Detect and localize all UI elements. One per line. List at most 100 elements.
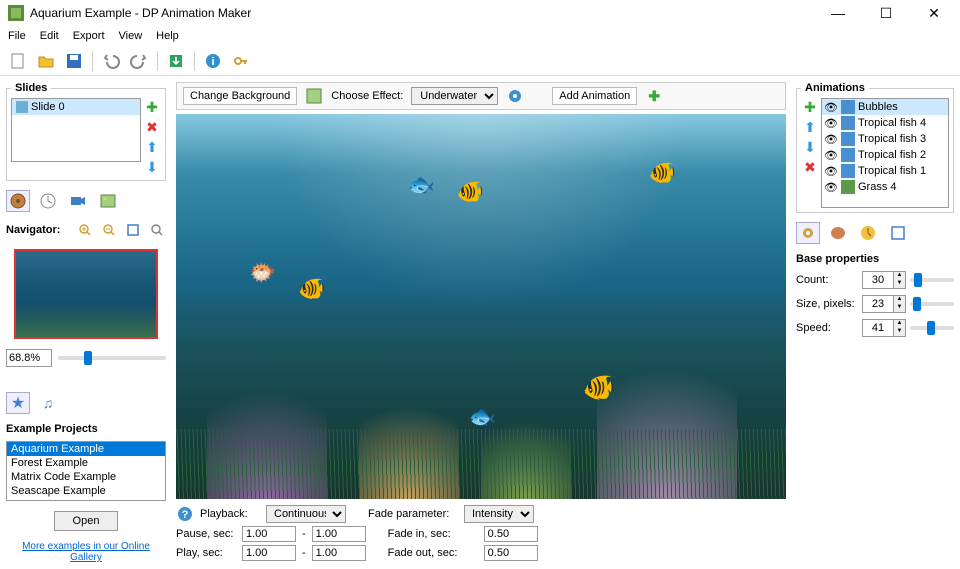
tab-favorites[interactable]: ★ xyxy=(6,392,30,414)
menu-help[interactable]: Help xyxy=(156,30,179,42)
playback-mode-select[interactable]: Continuous xyxy=(266,505,346,523)
zoom-actual-icon[interactable] xyxy=(148,221,166,239)
eye-icon[interactable]: 👁 xyxy=(824,117,838,130)
zoom-fit-icon[interactable] xyxy=(124,221,142,239)
window-title: Aquarium Example - DP Animation Maker xyxy=(30,6,820,20)
eye-icon[interactable]: 👁 xyxy=(824,149,838,162)
examples-list[interactable]: Aquarium Example Forest Example Matrix C… xyxy=(6,441,166,501)
menu-view[interactable]: View xyxy=(119,30,143,42)
slide-item[interactable]: Slide 0 xyxy=(12,99,140,115)
slides-list[interactable]: Slide 0 xyxy=(11,98,141,162)
save-button[interactable] xyxy=(62,49,86,73)
open-example-button[interactable]: Open xyxy=(54,511,119,531)
speed-slider[interactable] xyxy=(910,326,954,330)
anim-item[interactable]: 👁Tropical fish 1 xyxy=(822,163,948,179)
count-label: Count: xyxy=(796,274,858,286)
play-min-input[interactable] xyxy=(242,545,296,561)
anim-item[interactable]: 👁Tropical fish 3 xyxy=(822,131,948,147)
fade-param-select[interactable]: Intensity xyxy=(464,505,534,523)
fish-icon: 🐡 xyxy=(249,260,276,286)
delete-anim-button[interactable]: ✖ xyxy=(801,158,819,176)
example-item[interactable]: Aquarium Example xyxy=(7,442,165,456)
tab-wheel[interactable] xyxy=(6,190,30,212)
gallery-link[interactable]: More examples in our Online Gallery xyxy=(6,541,166,563)
eye-icon[interactable]: 👁 xyxy=(824,133,838,146)
pause-label: Pause, sec: xyxy=(176,528,236,540)
pause-min-input[interactable] xyxy=(242,526,296,542)
menu-export[interactable]: Export xyxy=(73,30,105,42)
fade-out-input[interactable] xyxy=(484,545,538,561)
effect-select[interactable]: Underwater xyxy=(411,87,498,105)
add-slide-button[interactable]: ✚ xyxy=(143,98,161,116)
open-button[interactable] xyxy=(34,49,58,73)
titlebar: Aquarium Example - DP Animation Maker — … xyxy=(0,0,960,26)
size-slider[interactable] xyxy=(910,302,954,306)
size-spinner[interactable]: ▲▼ xyxy=(862,295,906,313)
menu-edit[interactable]: Edit xyxy=(40,30,59,42)
add-anim-button[interactable]: ✚ xyxy=(801,98,819,116)
delete-slide-button[interactable]: ✖ xyxy=(143,118,161,136)
canvas-toolbar: Change Background Choose Effect: Underwa… xyxy=(176,82,786,110)
new-button[interactable] xyxy=(6,49,30,73)
menubar: File Edit Export View Help xyxy=(0,26,960,46)
eye-icon[interactable]: 👁 xyxy=(824,181,838,194)
tab-clock[interactable] xyxy=(36,190,60,212)
fish-icon: 🐠 xyxy=(298,276,325,302)
change-background-button[interactable]: Change Background xyxy=(183,87,297,105)
play-max-input[interactable] xyxy=(312,545,366,561)
play-label: Play, sec: xyxy=(176,547,236,559)
tab-timing[interactable] xyxy=(856,222,880,244)
slide-up-button[interactable]: ⬆ xyxy=(143,138,161,156)
maximize-button[interactable]: ☐ xyxy=(868,2,904,24)
tab-camera[interactable] xyxy=(66,190,90,212)
right-panel: Animations ✚ ⬆ ⬇ ✖ 👁Bubbles 👁Tropical fi… xyxy=(790,76,960,569)
tab-palette[interactable] xyxy=(826,222,850,244)
key-button[interactable] xyxy=(229,49,253,73)
export-button[interactable] xyxy=(164,49,188,73)
eye-icon[interactable]: 👁 xyxy=(824,101,838,114)
tab-music[interactable]: ♫ xyxy=(36,392,60,414)
tab-image[interactable] xyxy=(96,190,120,212)
anim-up-button[interactable]: ⬆ xyxy=(801,118,819,136)
menu-file[interactable]: File xyxy=(8,30,26,42)
fish-icon: 🐟 xyxy=(469,404,496,430)
undo-button[interactable] xyxy=(99,49,123,73)
fade-param-label: Fade parameter: xyxy=(368,508,458,520)
fade-in-input[interactable] xyxy=(484,526,538,542)
speed-spinner[interactable]: ▲▼ xyxy=(862,319,906,337)
anim-down-button[interactable]: ⬇ xyxy=(801,138,819,156)
bg-options-icon[interactable] xyxy=(305,87,323,105)
help-icon[interactable]: ? xyxy=(176,505,194,523)
redo-button[interactable] xyxy=(127,49,151,73)
close-button[interactable]: ✕ xyxy=(916,2,952,24)
zoom-slider[interactable] xyxy=(58,356,166,360)
count-slider[interactable] xyxy=(910,278,954,282)
anim-item[interactable]: 👁Grass 4 xyxy=(822,179,948,195)
effect-settings-icon[interactable] xyxy=(506,87,524,105)
slide-down-button[interactable]: ⬇ xyxy=(143,158,161,176)
add-animation-plus-icon[interactable]: ✚ xyxy=(645,87,663,105)
anim-item[interactable]: 👁Tropical fish 4 xyxy=(822,115,948,131)
navigator-preview[interactable] xyxy=(14,249,158,339)
bottom-tabs: ★ ♫ xyxy=(6,389,166,417)
minimize-button[interactable]: — xyxy=(820,2,856,24)
example-item[interactable]: Seascape Example xyxy=(7,484,165,498)
zoom-in-icon[interactable] xyxy=(76,221,94,239)
count-spinner[interactable]: ▲▼ xyxy=(862,271,906,289)
tab-bounds[interactable] xyxy=(886,222,910,244)
anim-item[interactable]: 👁Bubbles xyxy=(822,99,948,115)
info-button[interactable]: i xyxy=(201,49,225,73)
fish-icon: 🐠 xyxy=(457,179,484,205)
tab-gear[interactable] xyxy=(796,222,820,244)
zoom-out-icon[interactable] xyxy=(100,221,118,239)
add-animation-button[interactable]: Add Animation xyxy=(552,87,637,105)
example-item[interactable]: Forest Example xyxy=(7,456,165,470)
example-item[interactable]: Matrix Code Example xyxy=(7,470,165,484)
eye-icon[interactable]: 👁 xyxy=(824,165,838,178)
canvas[interactable]: 🐠 🐟 🐠 🐡 🐠 🐟 🐠 xyxy=(176,114,786,499)
zoom-value[interactable]: 68.8% xyxy=(6,349,52,367)
example-item[interactable]: Waterfall Example xyxy=(7,498,165,501)
pause-max-input[interactable] xyxy=(312,526,366,542)
animations-list[interactable]: 👁Bubbles 👁Tropical fish 4 👁Tropical fish… xyxy=(821,98,949,208)
anim-item[interactable]: 👁Tropical fish 2 xyxy=(822,147,948,163)
